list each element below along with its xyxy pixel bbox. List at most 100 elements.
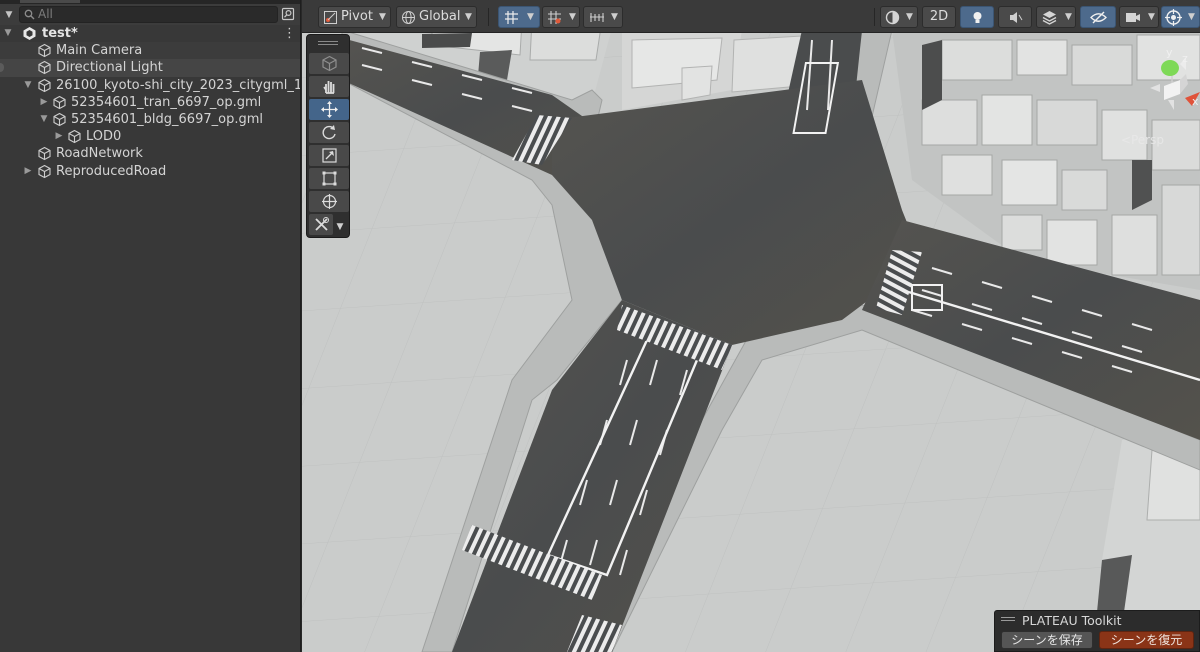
shading-mode-dropdown[interactable]: ▼ [880, 6, 918, 28]
globe-icon [402, 11, 415, 24]
ruler-dropdown[interactable]: ▼ [583, 6, 623, 28]
scene-toolbar: Pivot ▼ Global ▼ ▼ ▼ ▼ ▼ 2D ▼ ▼ ▼ [302, 0, 1200, 33]
grid-snap-icon [505, 11, 518, 24]
tools-overlay: ▼ [306, 34, 350, 238]
scene-visibility-toggle[interactable] [1080, 6, 1116, 28]
hierarchy-item-label: 26100_kyoto-shi_city_2023_citygml_1_o [56, 77, 301, 93]
global-dropdown[interactable]: Global ▼ [396, 6, 477, 28]
restore-scene-button[interactable]: シーンを復元 [1099, 631, 1194, 649]
gizmos-icon [1165, 9, 1182, 26]
hand-tool-button[interactable] [309, 76, 349, 97]
mode-2d-label: 2D [929, 9, 949, 24]
chevron-down-icon: ▼ [465, 12, 472, 22]
custom-tool-icon [315, 217, 329, 231]
hierarchy-item-bldg-gml[interactable]: ▼ 52354601_bldg_6697_op.gml [0, 111, 300, 128]
collapsed-arrow-icon[interactable]: ▶ [22, 163, 34, 180]
scene-3d-render[interactable] [302, 0, 1200, 652]
ruler-icon [590, 13, 604, 22]
expand-arrow-icon[interactable]: ▼ [22, 77, 34, 94]
move-tool-button[interactable] [309, 99, 349, 120]
hierarchy-item-reproduced-road[interactable]: ▶ ReproducedRoad [0, 163, 300, 180]
rotate-tool-button[interactable] [309, 122, 349, 143]
gizmo-z-label: z [1182, 52, 1188, 65]
pivot-icon [324, 11, 337, 24]
expand-arrow-icon[interactable]: ▼ [2, 25, 14, 42]
chevron-down-icon: ▼ [1148, 12, 1155, 22]
gizmo-x-label: x [1192, 95, 1199, 108]
collapsed-arrow-icon[interactable]: ▶ [53, 128, 65, 145]
increment-snap-icon [548, 11, 561, 24]
more-options-icon[interactable]: ⋮ [283, 25, 296, 42]
hierarchy-item-directional-light[interactable]: Directional Light [0, 59, 300, 77]
gizmo-y-label: y [1166, 46, 1173, 59]
gameobject-cube-icon [38, 78, 51, 92]
pivot-dropdown[interactable]: Pivot ▼ [318, 6, 391, 28]
hierarchy-panel: ▼ ▼ test* ⋮ [0, 0, 301, 652]
gizmos-dropdown[interactable]: ▼ [1161, 6, 1200, 28]
mode-2d-toggle[interactable]: 2D [922, 6, 956, 28]
transform-icon [322, 194, 337, 209]
hierarchy-item-label: Main Camera [56, 43, 143, 59]
search-icon [24, 9, 35, 20]
scene-name: test* [42, 26, 78, 41]
drag-handle-icon[interactable] [318, 41, 338, 42]
expand-arrow-icon[interactable]: ▼ [38, 111, 50, 128]
chevron-down-icon: ▼ [1065, 12, 1072, 22]
hierarchy-item-tran-gml[interactable]: ▶ 52354601_tran_6697_op.gml [0, 94, 300, 111]
chevron-down-icon: ▼ [611, 12, 618, 22]
hierarchy-item-main-camera[interactable]: Main Camera [0, 42, 300, 60]
chevron-down-icon: ▼ [527, 12, 534, 22]
gameobject-cube-icon [53, 112, 66, 127]
audio-mute-icon [1010, 12, 1023, 23]
gameobject-cube-icon [38, 61, 51, 75]
hierarchy-item-label: 52354601_tran_6697_op.gml [71, 94, 262, 110]
search-scene-icon[interactable] [280, 6, 296, 22]
visibility-icon [1090, 11, 1107, 24]
increment-snap-toggle[interactable]: ▼ [542, 6, 580, 28]
hierarchy-item-road-network[interactable]: RoadNetwork [0, 145, 300, 162]
view-tool-button[interactable] [309, 53, 349, 74]
hierarchy-item-label: Directional Light [56, 60, 163, 76]
save-scene-button[interactable]: シーンを保存 [1001, 631, 1093, 649]
audio-toggle[interactable] [998, 6, 1032, 28]
global-label: Global [419, 9, 461, 24]
search-input[interactable] [38, 7, 268, 22]
scale-tool-button[interactable] [309, 145, 349, 166]
hierarchy-item-label: LOD0 [86, 129, 122, 145]
unity-editor: ▼ ▼ test* ⋮ [0, 0, 1200, 652]
camera-dropdown[interactable]: ▼ [1119, 6, 1159, 28]
collapsed-arrow-icon[interactable]: ▶ [38, 94, 50, 111]
gameobject-cube-icon [38, 44, 51, 58]
rect-tool-icon [322, 171, 337, 186]
gizmo-y-axis[interactable] [1161, 60, 1179, 76]
chevron-down-icon[interactable]: ▼ [333, 217, 347, 237]
plateau-toolkit-overlay: PLATEAU Toolkit シーンを保存 シーンを復元 [994, 610, 1200, 652]
hierarchy-search-field[interactable] [19, 6, 278, 23]
effects-dropdown[interactable]: ▼ [1036, 6, 1076, 28]
chevron-down-icon: ▼ [1188, 12, 1195, 22]
camera-icon [1126, 13, 1140, 22]
lighting-toggle[interactable] [960, 6, 994, 28]
custom-tool-button[interactable] [309, 214, 333, 235]
hierarchy-item-label: ReproducedRoad [56, 163, 167, 179]
rect-tool-button[interactable] [309, 168, 349, 189]
grid-snap-toggle[interactable]: ▼ [498, 6, 540, 28]
hierarchy-item-citygml-root[interactable]: ▼ 26100_kyoto-shi_city_2023_citygml_1_o [0, 77, 301, 94]
shading-mode-icon [885, 10, 900, 25]
hierarchy-item-lod0[interactable]: ▶ LOD0 [0, 128, 300, 145]
drag-handle-icon[interactable] [1001, 617, 1015, 618]
plus-dropdown-icon[interactable]: ▼ [2, 8, 16, 22]
gameobject-cube-icon [68, 129, 81, 144]
chevron-down-icon: ▼ [379, 12, 386, 22]
transform-tool-button[interactable] [309, 191, 349, 212]
projection-toggle[interactable]: <Persp [1121, 133, 1164, 147]
effects-icon [1042, 11, 1057, 25]
hierarchy-item-label: 52354601_bldg_6697_op.gml [71, 111, 263, 127]
hierarchy-search-row: ▼ [0, 4, 300, 25]
gizmo-center-cube[interactable] [1164, 80, 1180, 100]
scene-view[interactable]: Pivot ▼ Global ▼ ▼ ▼ ▼ ▼ 2D ▼ ▼ ▼ ▼ y z … [302, 0, 1200, 652]
gameobject-cube-icon [38, 147, 51, 161]
hand-icon [323, 81, 335, 94]
scale-icon [322, 148, 337, 163]
scene-row[interactable]: ▼ test* ⋮ [0, 25, 300, 42]
